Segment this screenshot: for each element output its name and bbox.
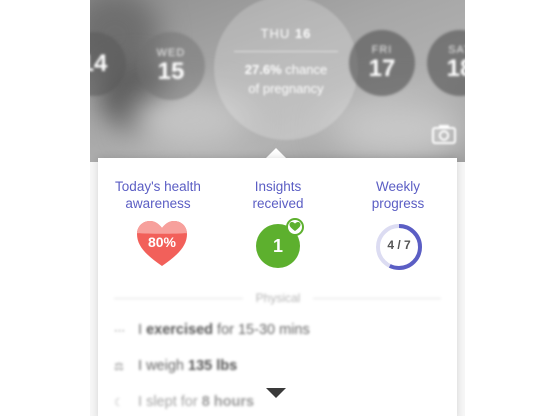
heart-icon: 80%: [136, 220, 188, 268]
day-number: 18: [446, 55, 465, 82]
today-divider: [234, 51, 338, 52]
app-screen: 14 WED 15 THU 16 27.6% chance of pregnan…: [90, 0, 465, 416]
health-awareness-label: Today's health awareness: [115, 179, 201, 211]
exercise-icon: ⋯: [114, 325, 125, 337]
stats-row: Today's health awareness 80% Insights rece…: [98, 178, 457, 308]
scale-icon: ⚖: [114, 361, 124, 373]
card-pointer: [266, 148, 286, 158]
day-name: SAT: [448, 44, 465, 56]
section-title: Physical: [243, 291, 313, 305]
log-item-exercise[interactable]: ⋯ I exercised for 15-30 mins: [114, 322, 444, 338]
today-date: THU 16: [260, 26, 312, 41]
summary-card: Today's health awareness 80% Insights rece…: [98, 158, 457, 416]
today-circle[interactable]: THU 16 27.6% chance of pregnancy: [214, 0, 358, 140]
day-name: FRI: [371, 44, 393, 56]
health-awareness-value: 80%: [147, 234, 177, 250]
pregnancy-chance: 27.6% chance of pregnancy: [244, 62, 328, 96]
scroll-down-arrow-icon[interactable]: [266, 388, 286, 398]
insights-label: Insights received: [252, 179, 304, 211]
day-15[interactable]: WED 15: [137, 32, 205, 100]
day-name: WED: [156, 47, 186, 59]
day-18[interactable]: SAT 18: [427, 30, 465, 96]
heart-badge-icon: [286, 218, 304, 236]
log-item-weight[interactable]: ⚖ I weigh 135 lbs: [114, 358, 444, 374]
calendar-header: 14 WED 15 THU 16 27.6% chance of pregnan…: [90, 0, 465, 162]
day-number: 14: [90, 50, 108, 77]
day-number: 17: [368, 55, 396, 82]
health-awareness-stat[interactable]: Today's health awareness 80%: [98, 178, 218, 266]
weekly-progress-stat[interactable]: Weekly progress 4 / 7: [338, 178, 458, 270]
weekly-progress-label: Weekly progress: [371, 179, 425, 211]
insights-stat[interactable]: Insights received 1: [218, 178, 338, 268]
day-17[interactable]: FRI 17: [349, 30, 415, 96]
camera-icon[interactable]: [432, 124, 456, 144]
weekly-progress-value: 4 / 7: [387, 238, 411, 252]
day-number: 15: [157, 58, 185, 85]
sleep-icon: ☾: [114, 397, 124, 409]
